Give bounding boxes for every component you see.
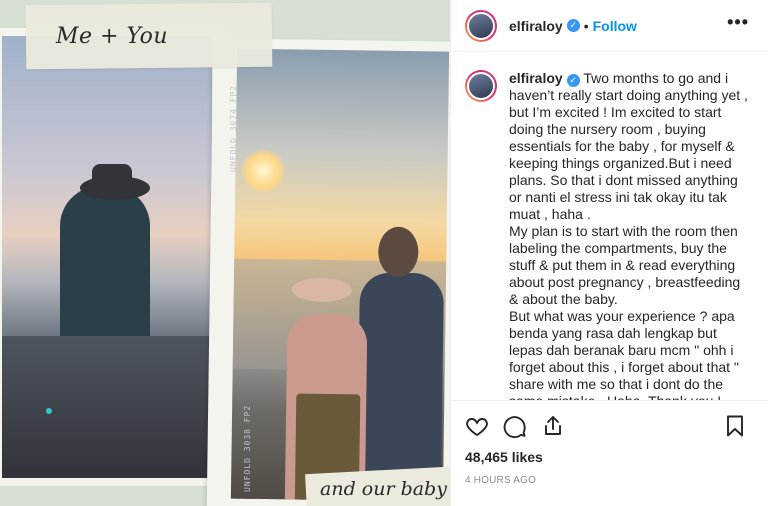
post-side-panel: elfiraloy ✓ • Follow ••• elfiraloy ✓ Two …: [450, 0, 768, 506]
caption-comment: elfiraloy ✓ Two months to go and i haven’…: [465, 70, 753, 400]
verified-badge-icon: ✓: [566, 19, 580, 32]
post-photo[interactable]: UNFOLD 3074 FP2 UNFOLD 3038 FP2 Me + You…: [0, 0, 450, 506]
caption-username[interactable]: elfiraloy: [509, 70, 563, 86]
post-timestamp[interactable]: 4 HOURS AGO: [465, 475, 755, 486]
film-label-top: UNFOLD 3074 FP2: [229, 84, 238, 172]
caption-text: Two months to go and i haven’t really st…: [509, 70, 748, 400]
avatar[interactable]: [465, 9, 497, 42]
caption-verified-icon: ✓: [566, 74, 580, 87]
polaroid-left: [0, 28, 222, 486]
caption-avatar[interactable]: [465, 70, 497, 102]
tape-caption: Me + You: [56, 24, 168, 49]
share-icon[interactable]: [541, 414, 565, 438]
photo-couple-sunset: [230, 48, 450, 502]
bookmark-icon[interactable]: [723, 414, 747, 438]
action-icons: [465, 411, 755, 441]
comments-section[interactable]: elfiraloy ✓ Two months to go and i haven’…: [451, 52, 768, 400]
bottom-tape-caption: and our baby: [320, 478, 447, 500]
like-count[interactable]: 48,465 likes: [465, 449, 755, 465]
comment-icon[interactable]: [503, 414, 527, 439]
caption-body: elfiraloy ✓ Two months to go and i haven’…: [509, 70, 753, 400]
post-header: elfiraloy ✓ • Follow •••: [451, 0, 768, 52]
username[interactable]: elfiraloy: [509, 18, 563, 34]
heart-icon[interactable]: [465, 414, 489, 438]
separator-dot: •: [583, 17, 589, 34]
follow-button[interactable]: Follow: [593, 18, 637, 34]
photo-silhouette-woman: [2, 36, 212, 478]
film-label-bottom: UNFOLD 3038 FP2: [243, 404, 252, 492]
actions-section: 48,465 likes 4 HOURS AGO: [451, 400, 768, 506]
more-options-icon[interactable]: •••: [727, 12, 749, 33]
